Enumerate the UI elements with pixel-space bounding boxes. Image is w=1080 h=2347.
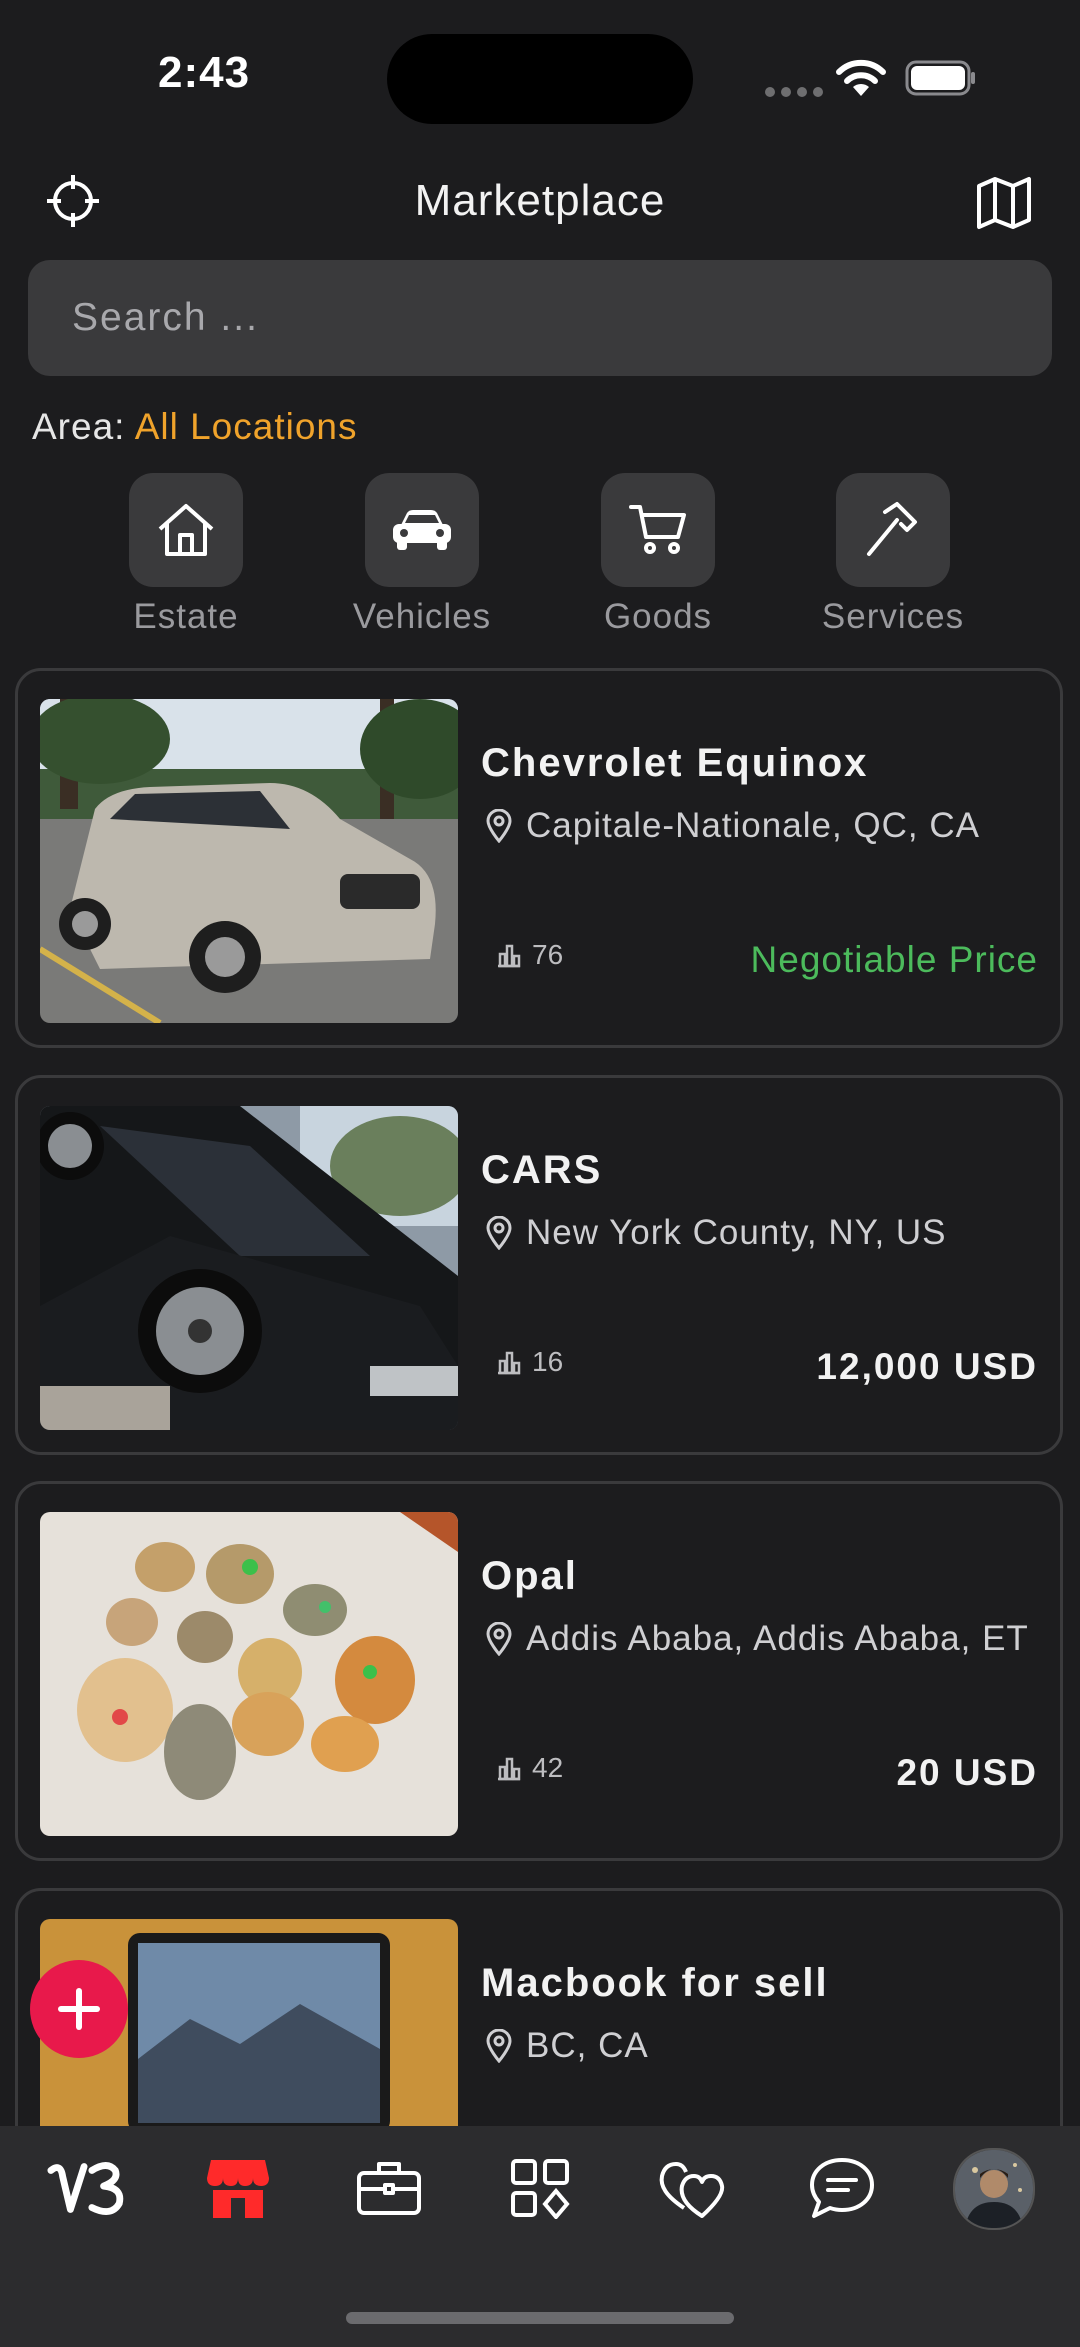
listing-views-count: 42 (532, 1752, 564, 1783)
location-pin-icon (486, 809, 512, 843)
listing-price: 20 USD (896, 1752, 1038, 1793)
listing-card[interactable]: Opal Addis Ababa, Addis Ababa, ET 42 20 … (15, 1481, 1063, 1861)
listing-photo-suv (40, 699, 458, 1023)
dynamic-island (387, 34, 693, 124)
home-indicator (346, 2312, 734, 2324)
area-filter[interactable]: Area: All Locations (32, 406, 357, 448)
house-icon (129, 473, 243, 587)
area-label: Area: (32, 406, 126, 447)
listing-photo-car (40, 1106, 458, 1430)
hearts-icon[interactable] (651, 2148, 731, 2228)
category-label: Services (821, 597, 965, 636)
category-goods[interactable]: Goods (558, 473, 758, 637)
listing-views-count: 76 (532, 939, 564, 970)
listing-location-text: Addis Ababa, Addis Ababa, ET (526, 1619, 1029, 1658)
category-label: Vehicles (352, 597, 492, 636)
bar-chart-icon (498, 944, 521, 968)
profile-avatar[interactable] (953, 2148, 1035, 2230)
listing-location-text: New York County, NY, US (526, 1213, 947, 1252)
area-location-link[interactable]: All Locations (135, 406, 358, 447)
category-label: Goods (603, 597, 713, 636)
listing-price: 12,000 USD (816, 1346, 1038, 1387)
car-icon (365, 473, 479, 587)
listing-views-count: 16 (532, 1346, 564, 1377)
cart-icon (601, 473, 715, 587)
location-pin-icon (486, 2029, 512, 2063)
listing-views: 42 (496, 1752, 563, 1784)
bar-chart-icon (498, 1757, 521, 1781)
listing-location: BC, CA (486, 2026, 649, 2066)
location-pin-icon (486, 1622, 512, 1656)
listing-views: 76 (496, 939, 563, 971)
listing-title: CARS (481, 1148, 603, 1192)
battery-icon (905, 60, 975, 96)
category-label: Estate (133, 597, 239, 636)
apps-grid-icon[interactable] (500, 2148, 580, 2228)
wifi-icon (835, 58, 887, 103)
listing-location: Addis Ababa, Addis Ababa, ET (486, 1619, 1029, 1659)
signal-icon (765, 84, 829, 102)
category-services[interactable]: Services (793, 473, 993, 637)
briefcase-icon[interactable] (349, 2148, 429, 2228)
store-icon[interactable] (198, 2148, 278, 2228)
search-placeholder: Search ... (72, 296, 259, 339)
listing-card[interactable]: CARS New York County, NY, US 16 12,000 U… (15, 1075, 1063, 1455)
listing-location: Capitale-Nationale, QC, CA (486, 806, 980, 846)
page-title: Marketplace (414, 176, 666, 225)
listing-card[interactable]: Chevrolet Equinox Capitale-Nationale, QC… (15, 668, 1063, 1048)
hammer-icon (836, 473, 950, 587)
listing-photo-opal (40, 1512, 458, 1836)
status-time: 2:43 (158, 48, 251, 97)
plus-icon (58, 1988, 100, 2030)
bar-chart-icon (498, 1351, 521, 1375)
map-icon[interactable] (976, 176, 1032, 230)
listing-views: 16 (496, 1346, 563, 1378)
listing-title: Opal (481, 1554, 578, 1598)
category-vehicles[interactable]: Vehicles (322, 473, 522, 637)
listing-location-text: BC, CA (526, 2026, 649, 2065)
listing-location-text: Capitale-Nationale, QC, CA (526, 806, 980, 845)
listing-title: Chevrolet Equinox (481, 741, 869, 785)
category-estate[interactable]: Estate (86, 473, 286, 637)
listing-price: Negotiable Price (750, 939, 1038, 980)
listing-title: Macbook for sell (481, 1961, 829, 2005)
chat-icon[interactable] (802, 2148, 882, 2228)
add-listing-button[interactable] (30, 1960, 128, 2058)
app-logo-icon[interactable] (47, 2148, 127, 2228)
location-pin-icon (486, 1216, 512, 1250)
listing-location: New York County, NY, US (486, 1213, 947, 1253)
